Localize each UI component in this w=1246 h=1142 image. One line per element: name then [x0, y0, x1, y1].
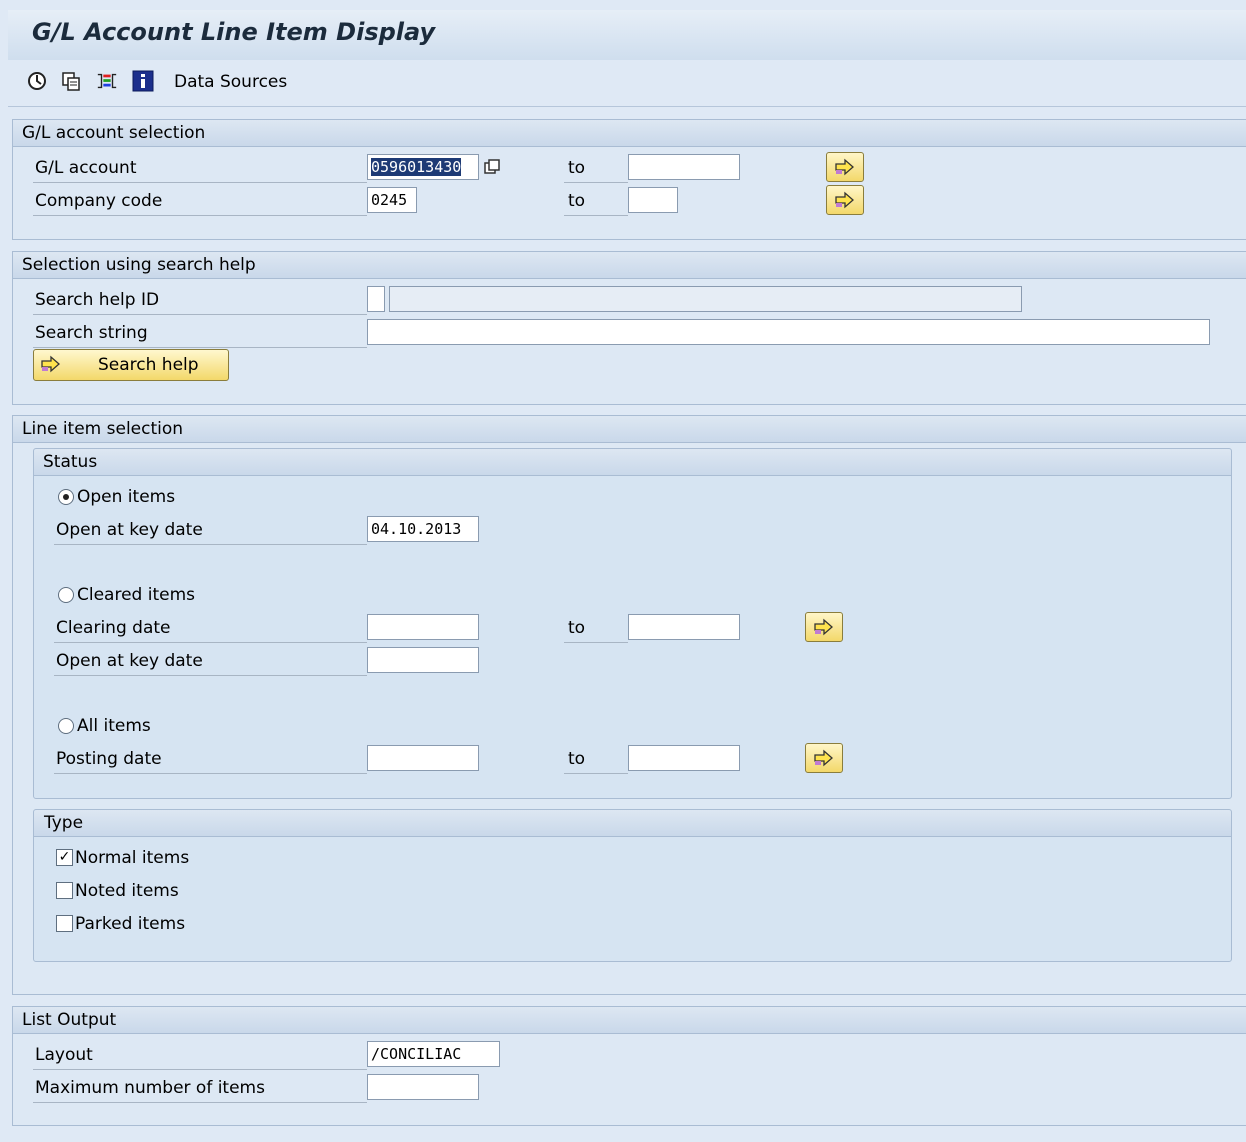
multiple-selection-icon[interactable] — [481, 156, 503, 178]
clearing-date-from-input[interactable] — [367, 614, 479, 640]
cleared-open-key-date-input[interactable] — [367, 647, 479, 673]
max-items-label: Maximum number of items — [35, 1078, 265, 1098]
search-help-button-label: Search help — [98, 355, 199, 375]
copy-icon[interactable] — [60, 70, 82, 92]
status-header: Status — [34, 449, 1231, 476]
multiple-selection-button[interactable] — [826, 185, 864, 215]
to-label: to — [568, 158, 586, 178]
gl-account-input[interactable]: 0596013430 — [367, 154, 479, 180]
open-items-label: Open items — [77, 487, 176, 507]
noted-items-label: Noted items — [75, 881, 179, 901]
posting-date-to-input[interactable] — [628, 745, 740, 771]
search-string-label: Search string — [35, 323, 148, 343]
multiple-selection-button[interactable] — [805, 743, 843, 773]
open-key-date-input[interactable]: 04.10.2013 — [367, 516, 479, 542]
arrow-right-icon — [41, 355, 60, 373]
type-header: Type — [34, 810, 1231, 837]
section-header: List Output — [13, 1007, 1246, 1034]
normal-items-label: Normal items — [75, 848, 190, 868]
list-output-section: List Output — [12, 1006, 1246, 1126]
section-header: Selection using search help — [13, 252, 1246, 279]
posting-date-label: Posting date — [56, 749, 162, 769]
max-items-input[interactable] — [367, 1074, 479, 1100]
company-code-label: Company code — [35, 191, 163, 211]
noted-items-checkbox[interactable] — [56, 882, 73, 899]
to-label: to — [568, 618, 586, 638]
all-items-radio[interactable] — [58, 718, 74, 734]
company-code-to-input[interactable] — [628, 187, 678, 213]
clearing-date-to-input[interactable] — [628, 614, 740, 640]
arrow-right-icon — [814, 749, 833, 767]
open-key-date-label: Open at key date — [56, 520, 203, 540]
search-string-input[interactable] — [367, 319, 1210, 345]
section-header: G/L account selection — [13, 120, 1246, 147]
gl-account-to-input[interactable] — [628, 154, 740, 180]
section-header: Line item selection — [13, 416, 1246, 443]
application-toolbar: Data Sources — [8, 60, 1246, 107]
to-label: to — [568, 749, 586, 769]
execute-icon[interactable] — [26, 70, 48, 92]
search-help-id-input[interactable] — [367, 286, 385, 312]
multiple-selection-button[interactable] — [826, 152, 864, 182]
cleared-items-radio[interactable] — [58, 587, 74, 603]
parked-items-checkbox[interactable] — [56, 915, 73, 932]
layout-label: Layout — [35, 1045, 93, 1065]
posting-date-from-input[interactable] — [367, 745, 479, 771]
multiple-selection-button[interactable] — [805, 612, 843, 642]
title-bar: G/L Account Line Item Display — [8, 10, 1246, 61]
gl-account-label: G/L account — [35, 158, 137, 178]
arrow-right-icon — [835, 191, 854, 209]
data-sources-button[interactable]: Data Sources — [174, 72, 287, 92]
selection-options-icon[interactable] — [96, 70, 118, 92]
type-group: Type — [33, 809, 1232, 962]
normal-items-checkbox[interactable]: ✓ — [56, 849, 73, 866]
layout-input[interactable]: /CONCILIAC — [367, 1041, 500, 1067]
search-help-description — [389, 286, 1022, 312]
arrow-right-icon — [814, 618, 833, 636]
open-items-radio[interactable] — [58, 489, 74, 505]
page-title: G/L Account Line Item Display — [32, 18, 436, 46]
info-icon[interactable] — [132, 70, 154, 92]
all-items-label: All items — [77, 716, 151, 736]
clearing-date-label: Clearing date — [56, 618, 171, 638]
cleared-items-label: Cleared items — [77, 585, 196, 605]
search-help-button[interactable]: Search help — [33, 349, 229, 381]
to-label: to — [568, 191, 586, 211]
search-help-id-label: Search help ID — [35, 290, 160, 310]
company-code-input[interactable]: 0245 — [367, 187, 417, 213]
arrow-right-icon — [835, 158, 854, 176]
parked-items-label: Parked items — [75, 914, 186, 934]
cleared-open-key-date-label: Open at key date — [56, 651, 203, 671]
